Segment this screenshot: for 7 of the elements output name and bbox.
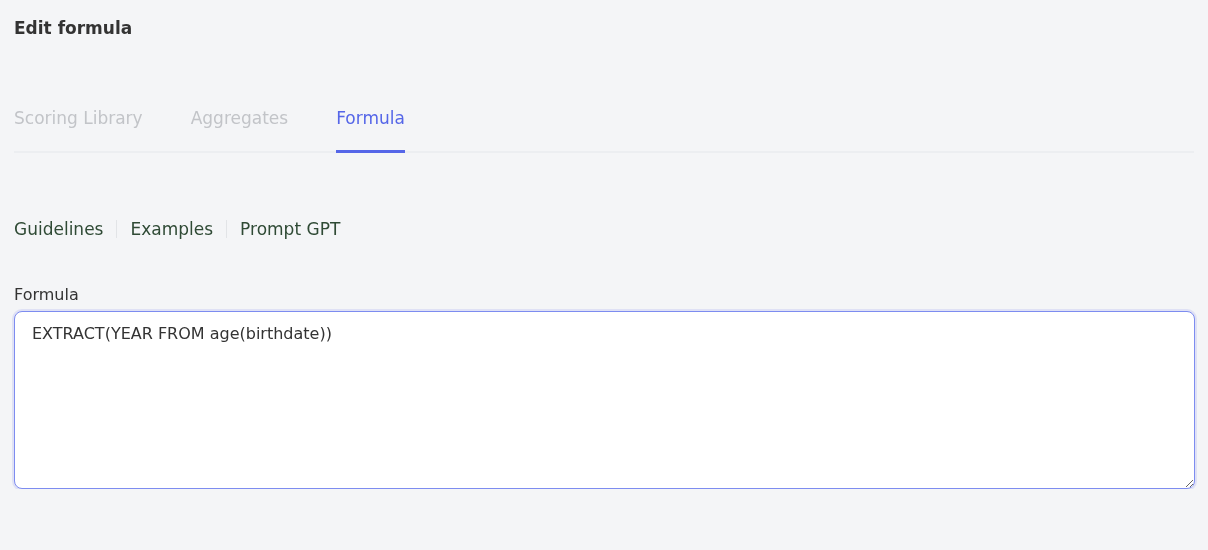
field-label: Formula — [14, 285, 80, 306]
dialog-title: Edit formula — [14, 17, 134, 40]
help-link[interactable]: Guidelines — [14, 219, 104, 239]
formula-input[interactable]: EXTRACT(YEAR FROM age(birthdate)) — [14, 311, 1195, 489]
help-link[interactable]: Prompt GPT — [240, 219, 341, 239]
help-link[interactable]: Examples — [130, 219, 214, 239]
tab[interactable]: Formula — [336, 108, 405, 153]
